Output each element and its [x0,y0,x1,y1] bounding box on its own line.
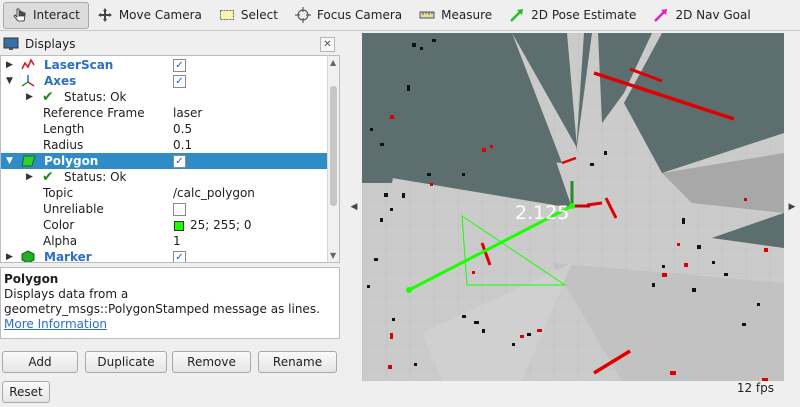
green-arrow-icon [508,6,526,24]
color-value[interactable]: 25; 255; 0 [190,218,252,232]
scroll-up-icon[interactable]: ▲ [330,58,336,67]
interact-label: Interact [33,8,80,22]
main-toolbar: Interact Move Camera Select Focus Camera… [0,0,800,31]
move-arrows-icon [96,6,114,24]
reset-button[interactable]: Reset [2,381,50,403]
polygon-label: Polygon [44,154,99,168]
radius-value[interactable]: 0.1 [173,138,192,152]
tree-row-polygon-status[interactable]: ▶ ✔ Status: Ok [1,169,328,185]
polygon-enabled-checkbox[interactable]: ✓ [173,154,186,168]
length-label: Length [43,122,85,136]
length-value[interactable]: 0.5 [173,122,192,136]
magenta-arrow-icon [652,6,670,24]
axes-status-label: Status: Ok [64,90,127,104]
axes-label: Axes [44,74,77,88]
topic-value[interactable]: /calc_polygon [173,186,255,200]
reference-frame-label: Reference Frame [43,106,145,120]
focus-camera-tool-button[interactable]: Focus Camera [287,2,411,29]
expand-arrow-icon[interactable]: ▶ [26,172,36,182]
unreliable-label: Unreliable [43,202,104,216]
axes-enabled-checkbox[interactable]: ✓ [173,74,186,88]
displays-panel: Displays ✕ ▶ LaserScan ✓ ▼ Axes ✓ ▶ ✔ St… [0,33,343,407]
select-tool-button[interactable]: Select [211,2,287,29]
tree-scrollbar[interactable]: ▲ ▼ [327,56,339,262]
rename-button[interactable]: Rename [258,351,337,373]
interact-tool-button[interactable]: Interact [3,1,89,29]
tree-row-topic[interactable]: Topic /calc_polygon [1,185,328,201]
crosshair-icon [294,6,312,24]
description-title: Polygon [4,272,59,286]
tree-row-axes-status[interactable]: ▶ ✔ Status: Ok [1,89,328,105]
color-label: Color [43,218,75,232]
measure-label: Measure [441,8,493,22]
alpha-value[interactable]: 1 [173,234,181,248]
scroll-down-icon[interactable]: ▼ [330,251,336,260]
tree-row-unreliable[interactable]: Unreliable [1,201,328,217]
collapse-right-panel-icon[interactable]: ▶ [784,33,800,381]
display-description: Polygon Displays data from a geometry_ms… [0,267,340,339]
move-camera-tool-button[interactable]: Move Camera [89,2,211,29]
pose-estimate-label: 2D Pose Estimate [531,8,637,22]
unreliable-checkbox[interactable] [173,202,186,216]
color-swatch[interactable] [174,221,184,231]
collapse-left-panel-icon[interactable]: ◀ [346,33,362,381]
remove-button[interactable]: Remove [172,351,251,373]
expand-arrow-icon[interactable]: ▶ [26,92,36,102]
displays-panel-header: Displays ✕ [0,33,343,55]
more-information-link[interactable]: More Information [4,317,107,331]
hand-cursor-icon [10,6,28,24]
tree-row-polygon[interactable]: ▼ Polygon ✓ [1,153,328,169]
3d-viewport[interactable]: 2.125 [362,33,784,381]
tree-row-alpha[interactable]: Alpha 1 [1,233,328,249]
tree-scrollbar-thumb[interactable] [330,86,337,206]
tree-row-length[interactable]: Length 0.5 [1,121,328,137]
marker-label: Marker [44,250,92,263]
nav-goal-label: 2D Nav Goal [675,8,751,22]
focus-camera-label: Focus Camera [316,8,403,22]
tree-row-axes[interactable]: ▼ Axes ✓ [1,73,328,89]
axes-icon [21,74,35,88]
render-area: ◀ 2.125 ▶ [346,33,800,381]
polygon-status-label: Status: Ok [64,170,127,184]
nav-goal-tool-button[interactable]: 2D Nav Goal [645,2,759,29]
laserscan-enabled-checkbox[interactable]: ✓ [173,58,186,72]
marker-icon [21,250,35,262]
description-text: Displays data from a geometry_msgs::Poly… [4,287,320,316]
close-panel-icon[interactable]: ✕ [320,37,335,52]
tree-row-marker[interactable]: ▶ Marker ✓ [1,249,328,263]
checkmark-icon: ✔ [42,169,54,185]
displays-panel-title: Displays [25,37,76,51]
alpha-label: Alpha [43,234,78,248]
duplicate-button[interactable]: Duplicate [85,351,167,373]
radius-label: Radius [43,138,84,152]
move-camera-label: Move Camera [118,8,202,22]
collapse-arrow-icon[interactable]: ▼ [6,156,16,166]
pose-estimate-tool-button[interactable]: 2D Pose Estimate [501,2,645,29]
laserscan-label: LaserScan [44,58,114,72]
expand-arrow-icon[interactable]: ▶ [6,252,16,262]
ruler-icon [418,6,436,24]
add-button[interactable]: Add [2,351,78,373]
marker-enabled-checkbox[interactable]: ✓ [173,250,186,262]
polygon-icon [21,154,36,168]
occupancy-map[interactable]: 2.125 [362,33,784,381]
selection-box-icon [218,6,236,24]
tree-row-reference-frame[interactable]: Reference Frame laser [1,105,328,121]
measure-tool-button[interactable]: Measure [411,2,501,29]
measure-distance-label: 2.125 [515,202,569,224]
fps-counter: 12 fps [736,381,774,395]
tree-row-laserscan[interactable]: ▶ LaserScan ✓ [1,57,328,73]
tree-row-radius[interactable]: Radius 0.1 [1,137,328,153]
tree-row-color[interactable]: Color 25; 255; 0 [1,217,328,233]
checkmark-icon: ✔ [42,89,54,105]
collapse-arrow-icon[interactable]: ▼ [6,76,16,86]
select-label: Select [240,8,278,22]
reference-frame-value[interactable]: laser [173,106,202,120]
monitor-icon [3,36,19,52]
topic-label: Topic [43,186,74,200]
laserscan-icon [21,58,35,72]
displays-tree: ▶ LaserScan ✓ ▼ Axes ✓ ▶ ✔ Status: Ok Re… [0,55,340,263]
expand-arrow-icon[interactable]: ▶ [6,60,16,70]
